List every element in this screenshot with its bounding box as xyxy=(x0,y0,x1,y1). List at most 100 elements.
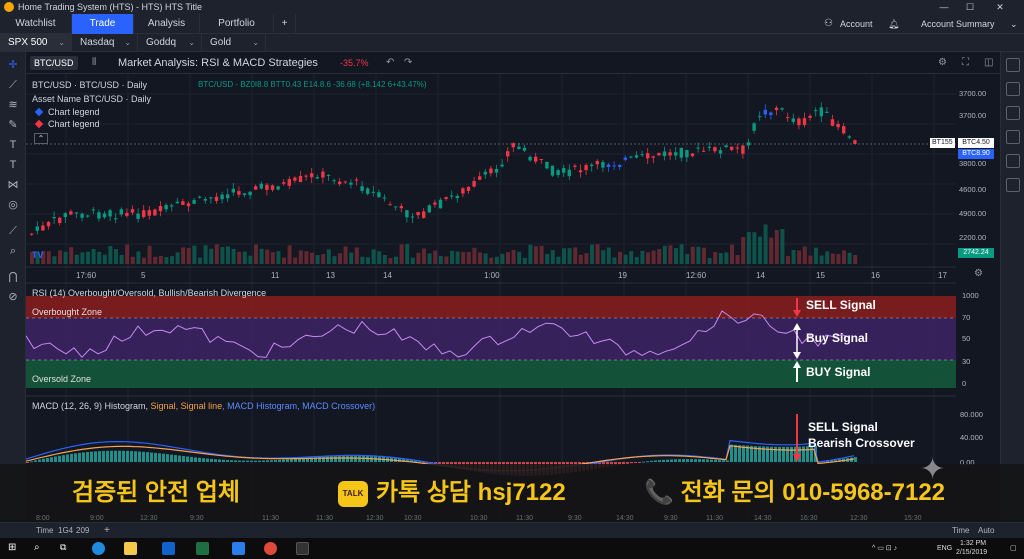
candle-body xyxy=(58,217,62,223)
bottom-time-tick: 10:30 xyxy=(404,515,422,522)
chevron-down-icon[interactable]: ⌄ xyxy=(1010,14,1018,34)
drawing-toolbar: ✛ ⟋ ≋ ✎ T T ⋈ ◎ ⟋ ⌕ ⋂ ⊘ xyxy=(0,52,26,520)
volume-bar xyxy=(690,246,695,264)
sell-signal-label: SELL Signal xyxy=(806,298,876,312)
ruler-icon[interactable]: ⟋ xyxy=(5,224,21,238)
redo-icon[interactable]: ↷ xyxy=(404,57,412,68)
task-view-icon[interactable]: ⧉ xyxy=(60,542,73,555)
candle-body xyxy=(41,225,45,231)
text-icon[interactable]: T xyxy=(5,138,21,152)
symbol-tab-nasdaq[interactable]: Nasdaq ⌄ xyxy=(72,34,138,52)
symbol-tab-spx500[interactable]: SPX 500 ⌄ xyxy=(0,34,72,52)
volume-bar xyxy=(338,253,342,264)
tray-icons[interactable]: ^ ▭ ⊡ ♪ xyxy=(872,544,897,554)
add-range-button[interactable]: + xyxy=(104,523,110,539)
volume-bar xyxy=(315,255,320,264)
excel-icon[interactable] xyxy=(196,542,209,555)
zoom-icon[interactable]: ⌕ xyxy=(5,244,21,258)
lock-icon[interactable]: ⊘ xyxy=(5,290,21,304)
store-icon[interactable] xyxy=(232,542,245,555)
range-button-1[interactable]: 1G4 xyxy=(58,523,73,539)
file-explorer-icon[interactable] xyxy=(124,542,137,555)
chat-icon[interactable] xyxy=(1006,154,1020,168)
macd-histogram-bar xyxy=(166,454,169,462)
symbol-tab-goddq[interactable]: Goddq ⌄ xyxy=(138,34,202,52)
minimize-button[interactable]: — xyxy=(934,0,954,14)
candle-body xyxy=(427,205,431,213)
tab-trade[interactable]: Trade xyxy=(72,14,134,34)
close-button[interactable]: ✕ xyxy=(990,0,1010,14)
text-note-icon[interactable]: T xyxy=(5,158,21,172)
macd-histogram-bar xyxy=(642,461,645,463)
symbol-tab-gold[interactable]: Gold ⌄ xyxy=(202,34,266,52)
macd-histogram-bar xyxy=(778,446,781,462)
fullscreen-icon[interactable]: ⛶ xyxy=(962,57,969,68)
windows-start-icon[interactable]: ⊞ xyxy=(8,542,21,555)
calendar-icon[interactable] xyxy=(1006,106,1020,120)
chevron-down-icon: ⌄ xyxy=(188,38,195,47)
macd-histogram-bar xyxy=(110,450,113,462)
chart-header: BTC/USD ⫴ Market Analysis: RSI & MACD St… xyxy=(26,52,1000,74)
ohlc-readout: BTC/USD - BZ0I8.8 BTT0.43 E14.8.6 -36.68… xyxy=(198,80,427,89)
pattern-icon[interactable]: ⋈ xyxy=(5,178,21,192)
alerts-icon[interactable] xyxy=(1006,82,1020,96)
outlook-icon[interactable] xyxy=(162,542,175,555)
clock-date[interactable]: 2/15/2019 xyxy=(956,548,987,558)
tab-analysis[interactable]: Analysis xyxy=(134,14,200,34)
bell-icon[interactable]: 🔔︎ xyxy=(888,14,899,34)
range-button-2[interactable]: 209 xyxy=(76,523,89,539)
watchlist-icon[interactable] xyxy=(1006,58,1020,72)
volume-bar xyxy=(802,246,807,264)
notification-icon[interactable]: ▢ xyxy=(1010,544,1017,554)
trend-line-icon[interactable]: ⟋ xyxy=(5,78,21,92)
account-icon[interactable]: ⚇ xyxy=(824,14,833,34)
gear-icon[interactable]: ⚙ xyxy=(938,57,947,68)
tab-portfolio[interactable]: Portfolio xyxy=(200,14,274,34)
candle-body xyxy=(506,151,510,157)
fib-icon[interactable]: ≋ xyxy=(5,98,21,112)
auto-scale-button[interactable]: Auto xyxy=(978,523,994,539)
volume-bar xyxy=(80,252,85,264)
account-summary-link[interactable]: Account Summary xyxy=(921,14,995,34)
time-tick-label: 11 xyxy=(271,271,280,280)
camera-icon[interactable]: ◫ xyxy=(984,57,993,68)
volume-bar xyxy=(175,252,180,264)
candle-body xyxy=(203,198,207,201)
target-icon[interactable]: ◎ xyxy=(5,198,21,212)
candle-body xyxy=(606,164,611,168)
banner-text-phone: 전화 문의 010-5968-7122 xyxy=(680,479,946,506)
symbol-search-button[interactable]: BTC/USD xyxy=(30,56,78,70)
volume-bar xyxy=(170,256,174,264)
candle-body xyxy=(298,176,303,183)
price-tag-current: BTC4.50 xyxy=(958,138,994,148)
collapse-legend-button[interactable]: ⌃ xyxy=(34,133,48,144)
candle-body xyxy=(164,204,168,210)
price-tick-label: 4600.00 xyxy=(959,185,986,194)
add-tab-button[interactable]: + xyxy=(274,14,296,34)
volume-bar xyxy=(181,247,186,264)
magnet-icon[interactable]: ⋂ xyxy=(5,270,21,284)
price-scale-gear-icon[interactable]: ⚙ xyxy=(974,268,983,279)
legend-item-1: Chart legend xyxy=(34,107,100,117)
macd-histogram-bar xyxy=(254,460,257,462)
volume-bar xyxy=(254,244,258,264)
ideas-icon[interactable] xyxy=(1006,178,1020,192)
macd-histogram-bar xyxy=(282,459,285,462)
language-indicator[interactable]: ENG xyxy=(937,544,952,554)
legend-label: Chart legend xyxy=(48,107,100,117)
chrome-icon[interactable] xyxy=(264,542,277,555)
brush-icon[interactable]: ✎ xyxy=(5,118,21,132)
undo-icon[interactable]: ↶ xyxy=(386,57,394,68)
news-icon[interactable] xyxy=(1006,130,1020,144)
account-link[interactable]: Account xyxy=(840,14,873,34)
macd-histogram-bar xyxy=(42,458,45,462)
bottom-time-tick: 11:30 xyxy=(516,515,533,522)
crosshair-icon[interactable]: ✛ xyxy=(5,58,21,72)
app-window-icon[interactable] xyxy=(296,542,309,555)
search-icon[interactable]: ⌕ xyxy=(34,542,47,555)
maximize-button[interactable]: ☐ xyxy=(960,0,980,14)
edge-icon[interactable] xyxy=(92,542,105,555)
macd-histogram-bar xyxy=(82,452,85,462)
compare-icon[interactable]: ⫴ xyxy=(92,57,96,68)
tab-watchlist[interactable]: Watchlist xyxy=(0,14,72,34)
